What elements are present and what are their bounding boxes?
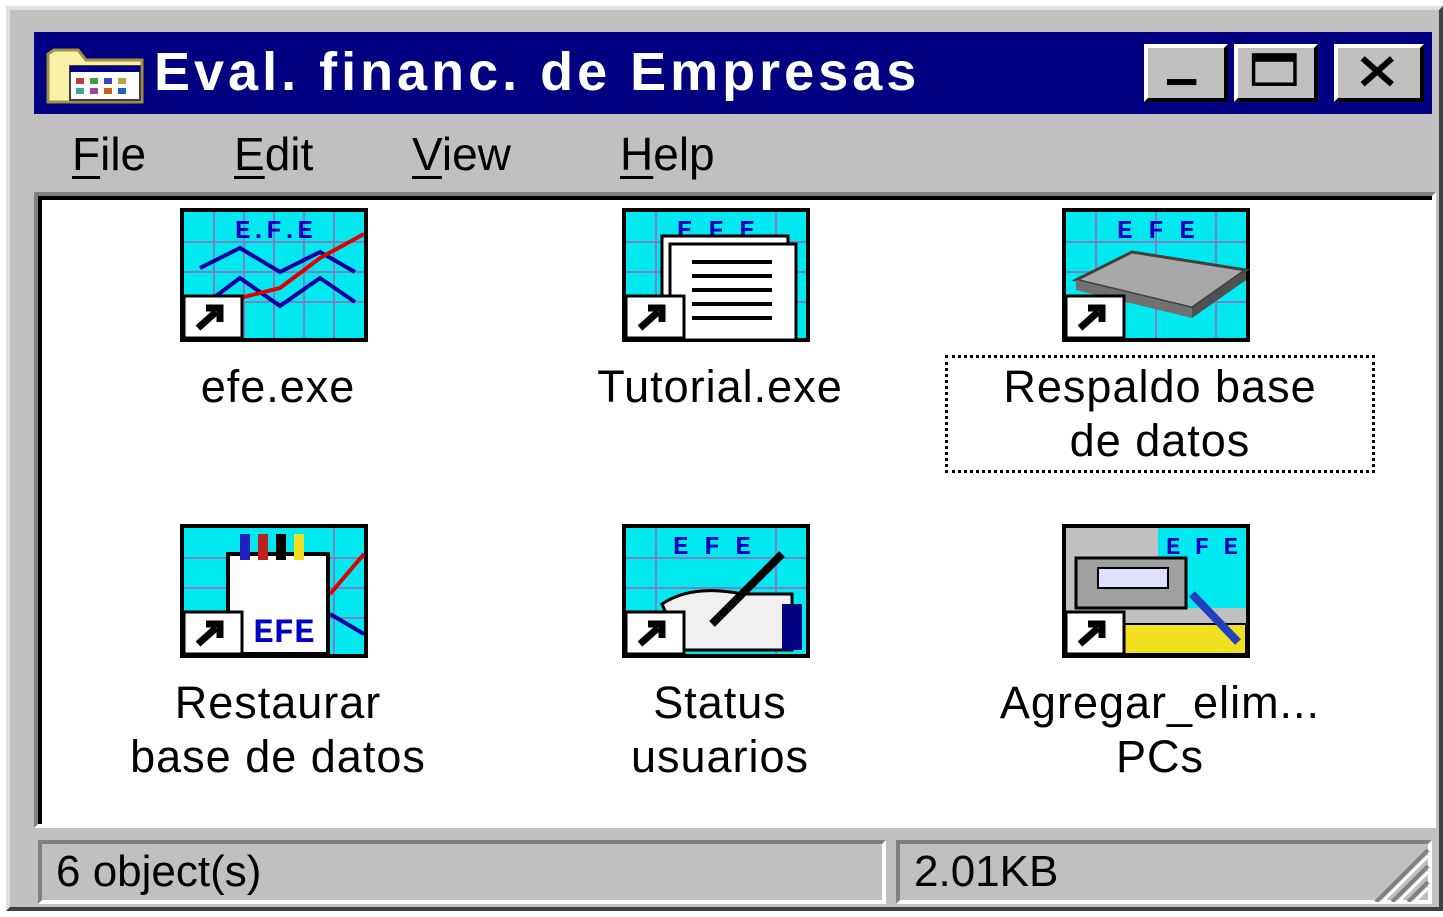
file-label: Restaurar base de datos [130, 677, 426, 782]
menu-file[interactable]: File [72, 124, 146, 184]
close-button[interactable] [1334, 44, 1424, 102]
status-object-count: 6 object(s) [38, 840, 886, 904]
status-size: 2.01KB [896, 840, 1432, 904]
file-label: efe.exe [200, 361, 356, 412]
file-list-pane[interactable]: E.F.E efe.exe E F E Tutorial.exe E F E R… [34, 192, 1436, 828]
minimize-button[interactable] [1144, 44, 1228, 102]
folder-program-icon [46, 48, 144, 104]
file-item-restaurar[interactable]: EFE Restaurar base de datos [58, 524, 498, 784]
menu-help[interactable]: Help [620, 124, 715, 184]
minimize-icon [1167, 79, 1197, 86]
svg-text:E F E: E F E [1117, 216, 1195, 246]
menu-edit[interactable]: Edit [234, 124, 313, 184]
file-item-tutorial[interactable]: E F E Tutorial.exe [500, 208, 940, 412]
efe-document-shortcut-icon: E F E [622, 208, 810, 342]
menu-bar: File Edit View Help [34, 116, 1432, 192]
file-label: Agregar_elim... PCs [999, 677, 1321, 782]
file-item-efe[interactable]: E.F.E efe.exe [58, 208, 498, 412]
close-icon [1360, 56, 1394, 87]
maximize-button[interactable] [1234, 44, 1318, 102]
svg-text:EFE: EFE [253, 615, 314, 653]
explorer-window: Eval. financ. de Empresas File Edit View… [6, 6, 1443, 911]
efe-restore-shortcut-icon: EFE [180, 524, 368, 658]
file-item-status[interactable]: E F E Status usuarios [500, 524, 940, 784]
menu-view[interactable]: View [412, 124, 511, 184]
resize-grip-icon[interactable] [1368, 842, 1432, 902]
file-item-respaldo[interactable]: E F E Respaldo base de datos [940, 208, 1380, 478]
file-label: Tutorial.exe [597, 361, 843, 412]
efe-backup-shortcut-icon: E F E [1062, 208, 1250, 342]
efe-pcs-shortcut-icon: E F E [1062, 524, 1250, 658]
efe-chart-shortcut-icon: E.F.E [180, 208, 368, 342]
status-bar: 6 object(s) 2.01KB [34, 834, 1436, 908]
svg-text:E.F.E: E.F.E [235, 216, 313, 246]
file-label: Respaldo base de datos [945, 355, 1375, 473]
maximize-icon [1251, 53, 1297, 86]
file-label: Status usuarios [630, 677, 810, 782]
svg-text:E F E: E F E [673, 532, 751, 562]
window-title: Eval. financ. de Empresas [154, 42, 921, 102]
title-bar[interactable]: Eval. financ. de Empresas [34, 32, 1432, 114]
file-item-agregar-pcs[interactable]: E F E Agregar_elim... PCs [940, 524, 1380, 784]
efe-status-shortcut-icon: E F E [622, 524, 810, 658]
